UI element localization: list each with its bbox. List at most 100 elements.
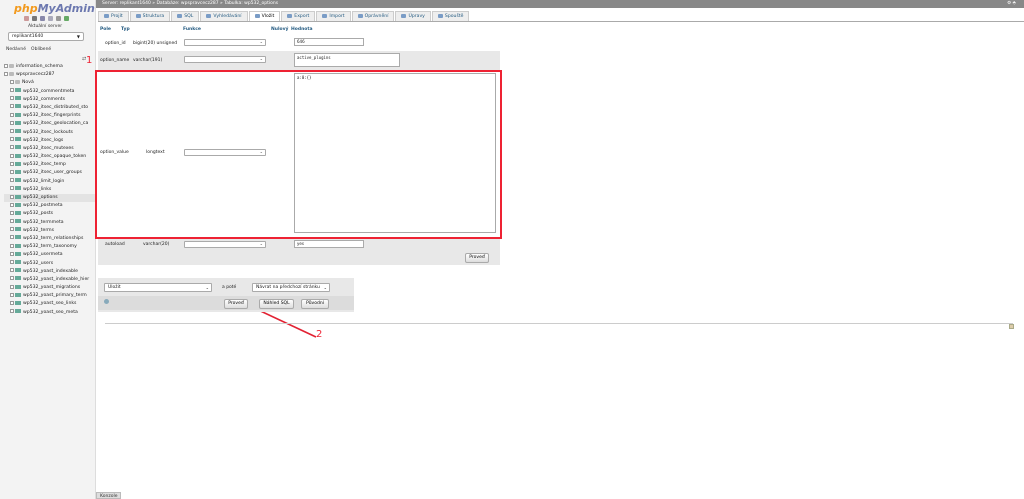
- tree-item[interactable]: wp532_commentmeta: [4, 88, 96, 96]
- help-icon[interactable]: [48, 16, 53, 21]
- expand-icon[interactable]: [10, 210, 14, 215]
- breadcrumb-text[interactable]: Server: replikant1640 » Databáze: wpspra…: [102, 1, 278, 6]
- expand-icon[interactable]: [10, 194, 14, 199]
- tree-item-label[interactable]: wp532_itsec_fingerprints: [23, 113, 80, 118]
- tree-item[interactable]: wp532_comments: [4, 96, 96, 104]
- value-input[interactable]: 646: [294, 38, 364, 46]
- tree-item[interactable]: wp532_itsec_fingerprints: [4, 112, 96, 120]
- tree-item[interactable]: wp532_itsec_opaque_token: [4, 153, 96, 161]
- tab-8[interactable]: Úpravy: [395, 11, 431, 21]
- expand-icon[interactable]: [10, 219, 14, 224]
- sql-icon[interactable]: [40, 16, 45, 21]
- expand-icon[interactable]: [10, 129, 14, 133]
- tree-item-label[interactable]: wp532_yoast_indexable_hier: [23, 277, 89, 282]
- expand-icon[interactable]: [10, 178, 14, 183]
- home-icon[interactable]: [24, 16, 29, 21]
- expand-icon[interactable]: [10, 243, 14, 248]
- expand-icon[interactable]: [10, 169, 14, 174]
- tree-item[interactable]: wp532_itsec_geolocation_ca: [4, 120, 96, 128]
- preview-sql-button[interactable]: Náhled SQL: [259, 299, 294, 309]
- tree-item[interactable]: wp532_yoast_primary_term: [4, 292, 96, 300]
- tree-item-label[interactable]: wp532_itsec_temp: [23, 162, 66, 167]
- scroll-icon[interactable]: [1009, 324, 1014, 329]
- tree-item-label[interactable]: wp532_users: [23, 261, 53, 266]
- tree-item-label[interactable]: wp532_itsec_lockouts: [23, 130, 73, 135]
- tree-item[interactable]: wp532_itsec_temp: [4, 161, 96, 169]
- breadcrumb-settings-icon[interactable]: ⚙ ⬘: [1007, 0, 1016, 8]
- expand-icon[interactable]: [10, 300, 14, 305]
- expand-icon[interactable]: [10, 284, 14, 289]
- tree-item-label[interactable]: wp532_itsec_distributed_sto: [23, 105, 88, 110]
- tree-item-label[interactable]: wp532_term_relationships: [23, 236, 83, 241]
- tree-item[interactable]: wp532_itsec_lockouts: [4, 129, 96, 137]
- tree-item-label[interactable]: wp532_itsec_user_groups: [23, 170, 82, 175]
- favorites-tab[interactable]: Oblíbené: [31, 47, 51, 52]
- tree-item-label[interactable]: wp532_yoast_seo_meta: [23, 310, 78, 315]
- tree-item-label[interactable]: wp532_yoast_seo_links: [23, 301, 76, 306]
- tree-item[interactable]: wp532_usermeta: [4, 251, 96, 259]
- expand-icon[interactable]: [10, 235, 14, 240]
- tab-4[interactable]: Vložit: [248, 11, 281, 21]
- tree-item[interactable]: wp532_itsec_mutexes: [4, 145, 96, 153]
- tree-item[interactable]: wp532_yoast_migrations: [4, 284, 96, 292]
- server-select[interactable]: replikant1640 ▼: [8, 32, 84, 41]
- tree-item-label[interactable]: wp532_itsec_opaque_token: [23, 154, 86, 159]
- tree-item[interactable]: wp532_termmeta: [4, 219, 96, 227]
- tree-item[interactable]: wp532_terms: [4, 227, 96, 235]
- expand-icon[interactable]: [10, 268, 14, 273]
- expand-icon[interactable]: [10, 161, 14, 166]
- tree-item[interactable]: wp532_yoast_seo_links: [4, 300, 96, 308]
- expand-icon[interactable]: [10, 202, 14, 207]
- reset-button[interactable]: Původní: [301, 299, 329, 309]
- expand-icon[interactable]: [10, 251, 14, 256]
- after-insert-select[interactable]: Návrat na předchozí stránku ⌄: [252, 283, 330, 292]
- tree-item[interactable]: information_schema: [4, 63, 96, 71]
- tree-item-label[interactable]: information_schema: [16, 64, 63, 69]
- tree-item[interactable]: wp532_users: [4, 260, 96, 268]
- tree-item-label[interactable]: wp532_terms: [23, 228, 54, 233]
- tree-item-label[interactable]: wp532_termmeta: [23, 220, 64, 225]
- expand-icon[interactable]: [10, 112, 14, 117]
- expand-icon[interactable]: [10, 96, 14, 101]
- tree-item[interactable]: wp532_itsec_user_groups: [4, 169, 96, 177]
- tree-item[interactable]: wp532_posts: [4, 210, 96, 218]
- tab-5[interactable]: Export: [281, 11, 316, 21]
- expand-icon[interactable]: [10, 79, 14, 84]
- recent-tab[interactable]: Nedávné: [6, 47, 26, 52]
- expand-icon[interactable]: [10, 104, 14, 109]
- expand-icon[interactable]: [10, 227, 14, 232]
- tree-item[interactable]: wp532_itsec_logs: [4, 137, 96, 145]
- tab-2[interactable]: SQL: [171, 11, 200, 21]
- reload-icon[interactable]: [64, 16, 69, 21]
- go-button[interactable]: Proveď: [224, 299, 248, 309]
- expand-icon[interactable]: [10, 260, 14, 264]
- tree-item-label[interactable]: wp532_yoast_primary_term: [23, 293, 87, 298]
- expand-icon[interactable]: [10, 145, 14, 150]
- tree-item-label[interactable]: wp532_limit_login: [23, 179, 64, 184]
- tree-item[interactable]: wp532_yoast_seo_meta: [4, 309, 96, 317]
- console-toggle[interactable]: Konzole: [96, 492, 122, 499]
- expand-icon[interactable]: [10, 276, 14, 281]
- function-select[interactable]: ⌄: [184, 39, 266, 46]
- phpmyadmin-logo[interactable]: phpMyAdmin: [14, 2, 95, 15]
- tree-item[interactable]: wp532_links: [4, 186, 96, 194]
- tree-item[interactable]: wpspravcecz287: [4, 71, 96, 79]
- tree-item-label[interactable]: wp532_yoast_indexable: [23, 269, 78, 274]
- tree-item-label[interactable]: wp532_options: [23, 195, 58, 200]
- tree-item-label[interactable]: wp532_posts: [23, 211, 53, 216]
- tree-item-label[interactable]: wpspravcecz287: [16, 72, 54, 77]
- tree-item[interactable]: wp532_yoast_indexable: [4, 268, 96, 276]
- settings-icon[interactable]: [56, 16, 61, 21]
- expand-icon[interactable]: [4, 71, 8, 76]
- tree-item-label[interactable]: wp532_comments: [23, 97, 65, 102]
- action-select[interactable]: Uložit ⌄: [104, 283, 212, 292]
- expand-icon[interactable]: [10, 88, 14, 93]
- tab-6[interactable]: Import: [316, 11, 351, 21]
- expand-icon[interactable]: [10, 153, 14, 158]
- tree-item[interactable]: wp532_limit_login: [4, 178, 96, 186]
- tab-1[interactable]: Struktura: [129, 11, 171, 21]
- tree-item-label[interactable]: wp532_usermeta: [23, 252, 63, 257]
- tree-item[interactable]: wp532_postmeta: [4, 202, 96, 210]
- expand-icon[interactable]: [10, 120, 14, 125]
- function-select[interactable]: ⌄: [184, 241, 266, 248]
